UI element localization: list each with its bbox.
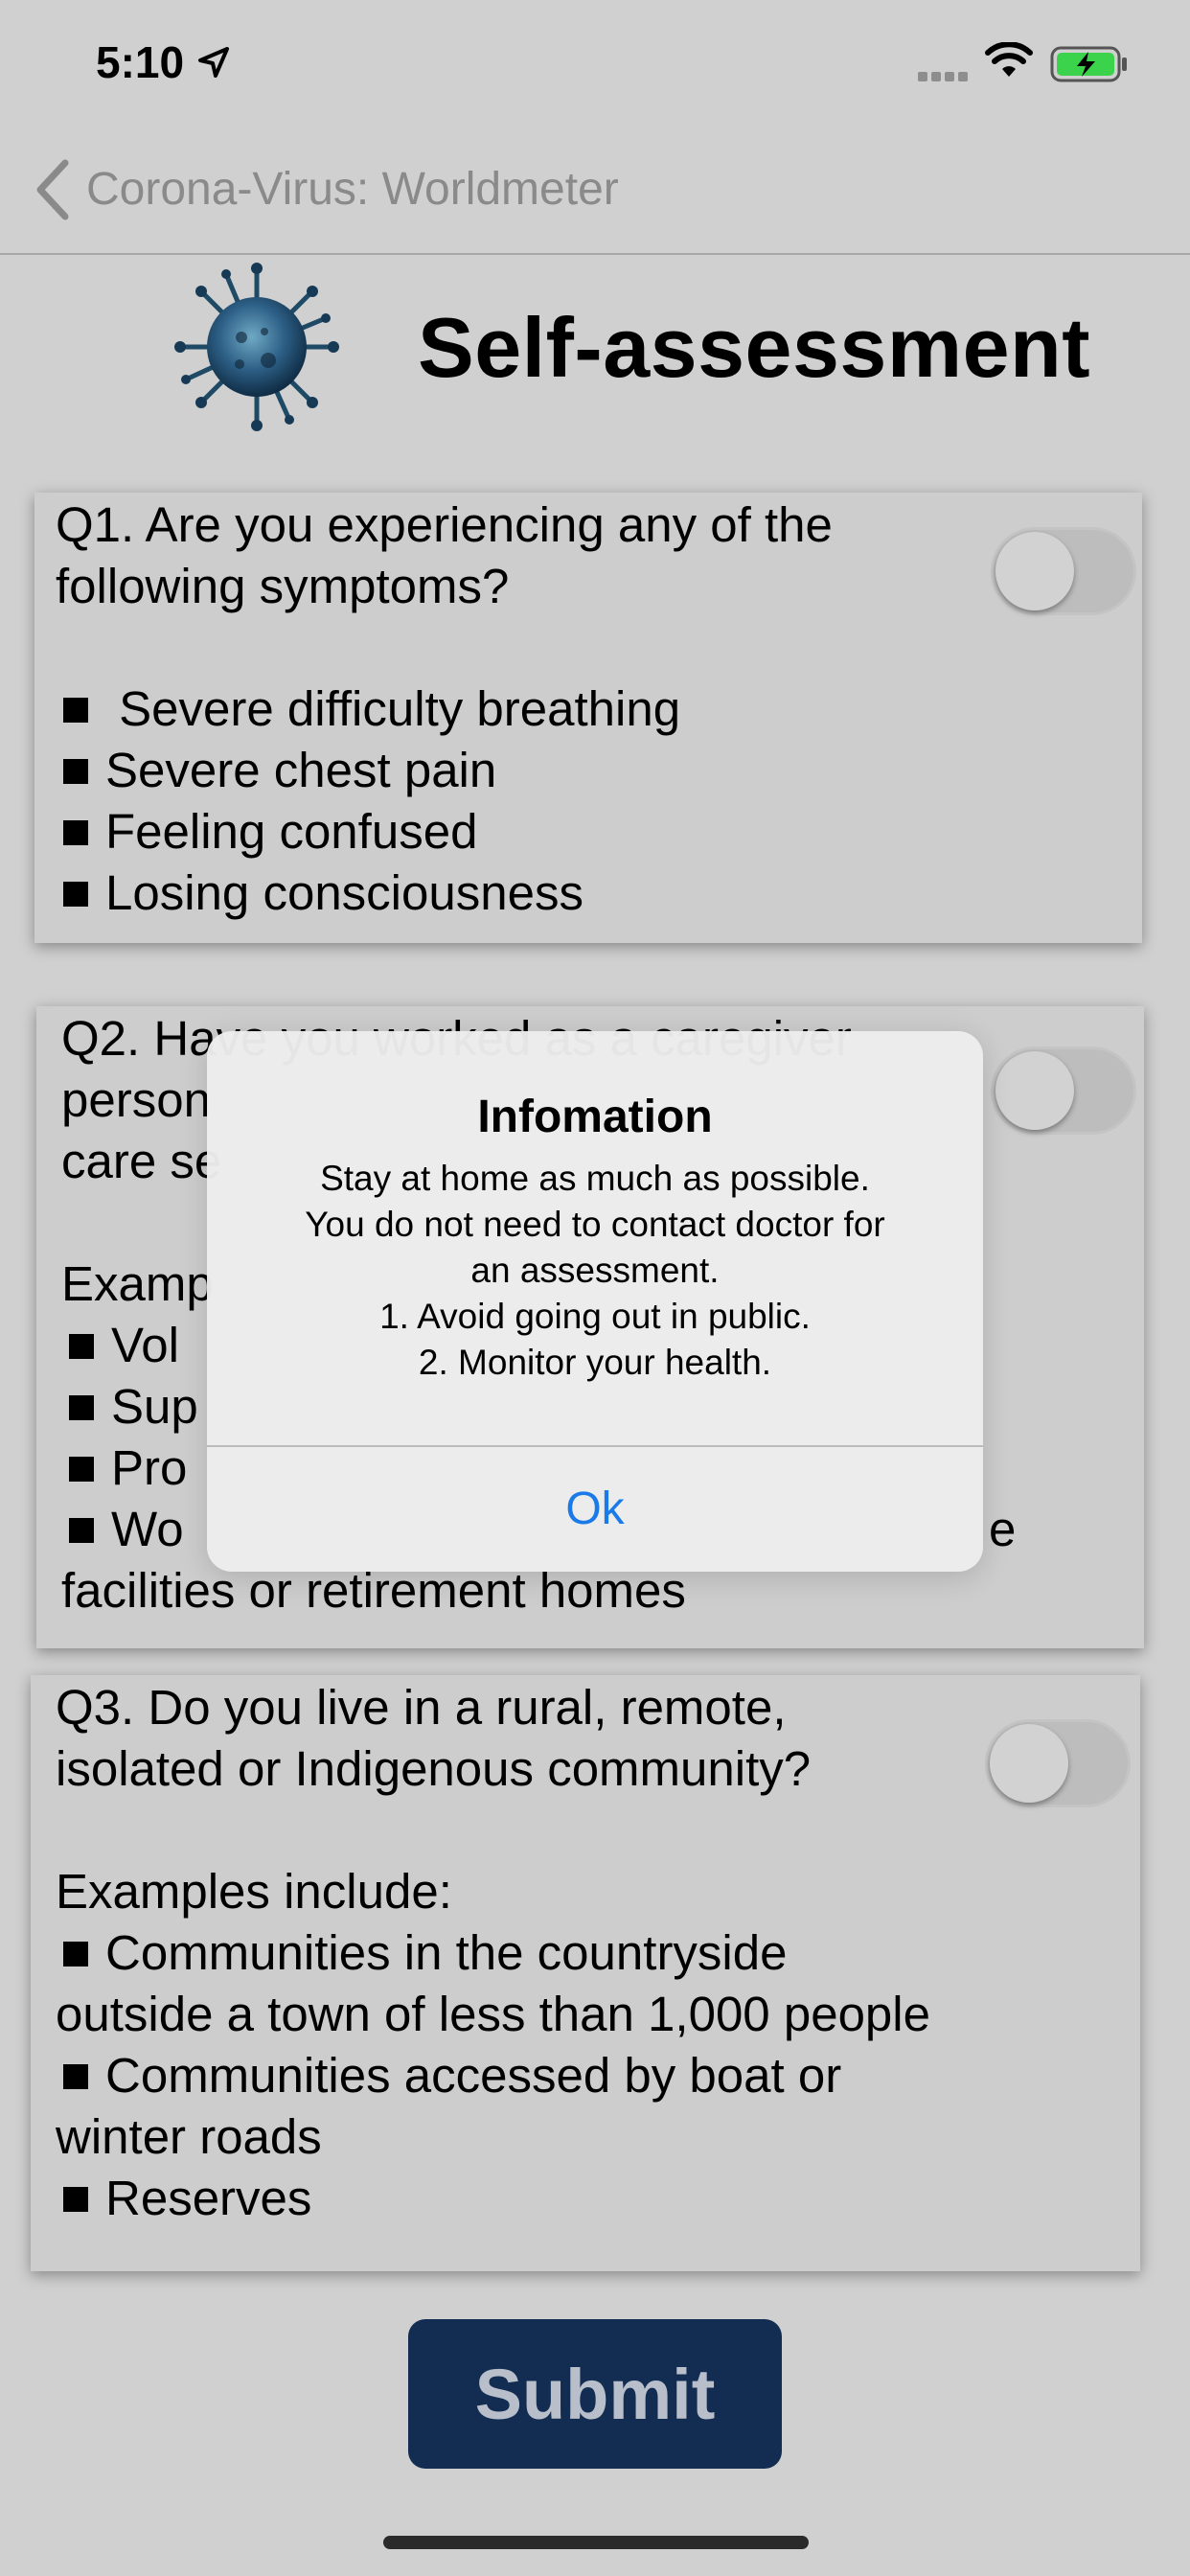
wifi-icon	[985, 42, 1033, 77]
bullet-icon	[63, 758, 88, 784]
bullet-icon	[63, 2186, 88, 2212]
bullet-icon	[63, 819, 88, 845]
list-item: Reserves	[56, 2168, 930, 2229]
list-item-continuation: winter roads	[56, 2109, 322, 2164]
question-1-toggle[interactable]	[991, 527, 1136, 615]
alert-ok-button[interactable]: Ok	[207, 1447, 983, 1572]
bullet-icon	[69, 1333, 94, 1359]
question-1-symptom-list: Severe difficulty breathing Severe chest…	[56, 678, 680, 924]
information-alert: Infomation Stay at home as much as possi…	[207, 1031, 983, 1572]
bullet-icon	[69, 1517, 94, 1543]
alert-message: Stay at home as much as possible. You do…	[305, 1159, 885, 1382]
virus-illustration	[174, 263, 339, 431]
question-3-examples: Examples include: Communities in the cou…	[56, 1861, 930, 2229]
alert-title: Infomation	[477, 1092, 713, 1142]
submit-button[interactable]: Submit	[408, 2319, 782, 2469]
battery-charging-icon	[1050, 46, 1127, 82]
status-time: 5:10	[96, 37, 185, 87]
location-arrow-icon	[198, 47, 229, 78]
question-card-1: Q1. Are you experiencing any of the foll…	[34, 493, 1142, 943]
navigation-bar: Corona-Virus: Worldmeter	[0, 144, 1190, 255]
list-item: Losing consciousness	[56, 862, 680, 924]
bullet-icon	[69, 1394, 94, 1420]
bullet-icon	[69, 1456, 94, 1482]
list-item-tail: e	[989, 1502, 1017, 1556]
list-item: Severe chest pain	[56, 740, 680, 801]
question-3-text: Q3. Do you live in a rural, remote, isol…	[56, 1680, 812, 1796]
question-card-3: Q3. Do you live in a rural, remote, isol…	[31, 1675, 1140, 2271]
question-2-toggle[interactable]	[991, 1046, 1136, 1135]
question-1-text: Q1. Are you experiencing any of the foll…	[56, 497, 833, 613]
list-item: Feeling confused	[56, 801, 680, 862]
bullet-icon	[63, 1941, 88, 1966]
home-indicator	[383, 2536, 809, 2549]
cellular-signal-icon	[918, 69, 972, 81]
list-item: Severe difficulty breathing	[56, 678, 680, 740]
question-3-toggle[interactable]	[985, 1719, 1131, 1807]
list-item-continuation: outside a town of less than 1,000 people	[56, 1987, 930, 2041]
list-item: Communities accessed by boat or	[56, 2045, 930, 2106]
back-button-label: Corona-Virus: Worldmeter	[86, 164, 619, 215]
list-item: Communities in the countryside	[56, 1922, 930, 1984]
bullet-icon	[63, 881, 88, 907]
bullet-icon	[63, 2063, 88, 2089]
page-title: Self-assessment	[418, 300, 1091, 395]
chevron-left-icon	[36, 159, 69, 220]
bullet-icon	[63, 697, 88, 723]
examples-label: Examples include:	[56, 1864, 452, 1919]
